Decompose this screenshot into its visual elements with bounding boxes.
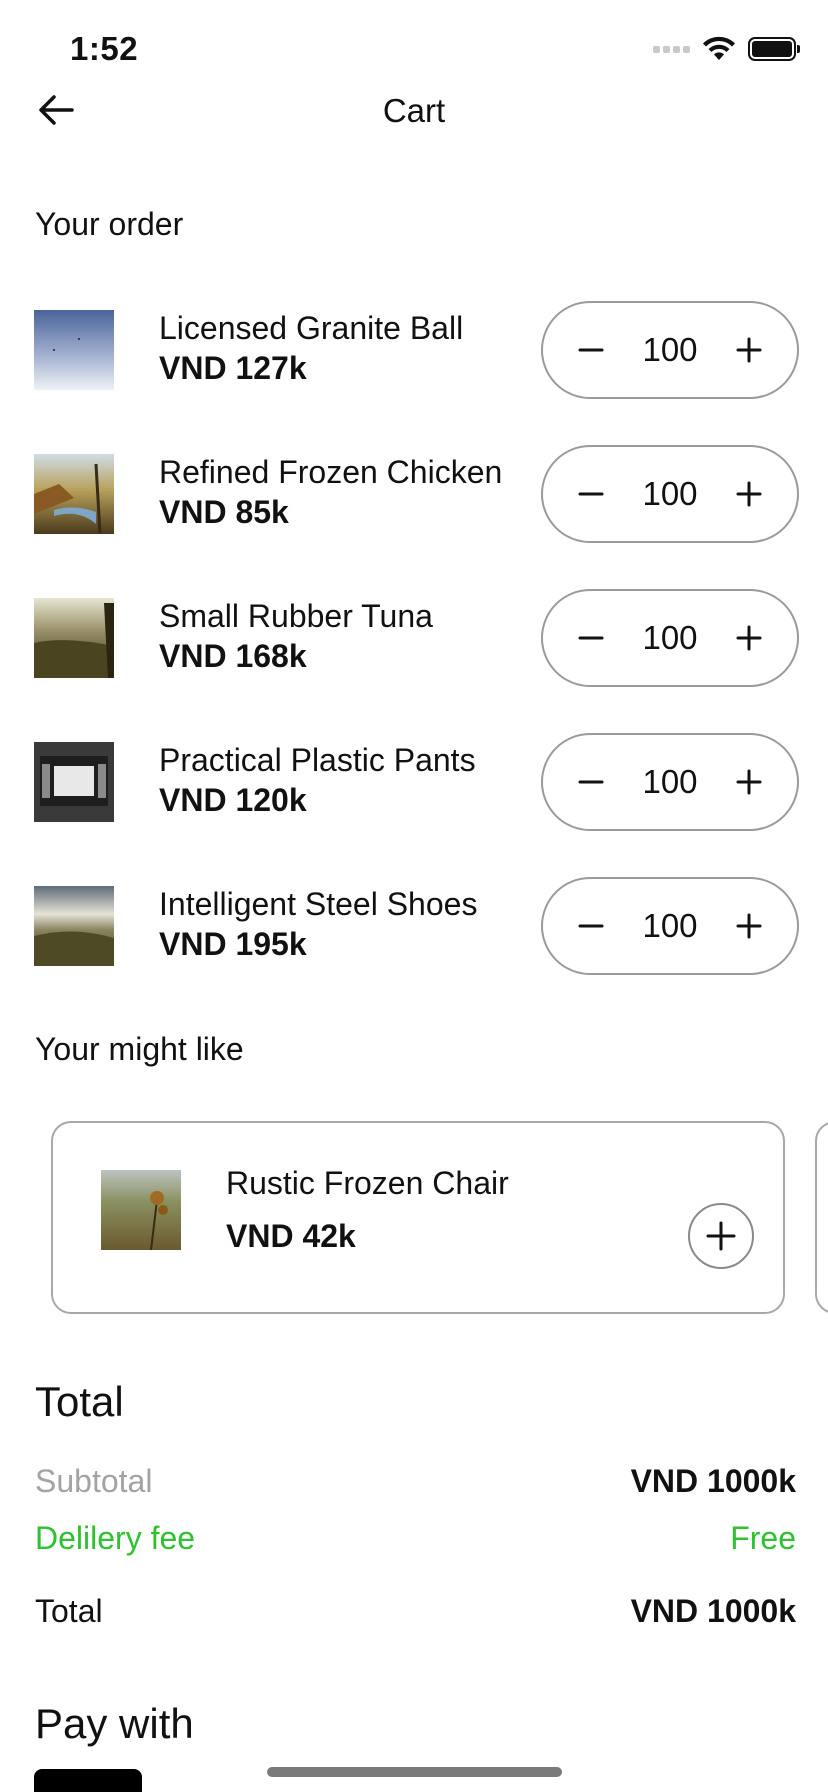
order-item: Small Rubber Tuna VND 168k 100 xyxy=(0,589,828,698)
add-to-cart-button[interactable] xyxy=(688,1203,754,1269)
decrease-quantity-button[interactable] xyxy=(569,472,613,516)
product-name: Rustic Frozen Chair xyxy=(226,1165,509,1201)
order-item: Intelligent Steel Shoes VND 195k 100 xyxy=(0,877,828,986)
quantity-stepper: 100 xyxy=(541,301,799,399)
increase-quantity-button[interactable] xyxy=(727,616,771,660)
delivery-fee-label: Delilery fee xyxy=(35,1520,196,1556)
plus-icon xyxy=(736,625,762,651)
quantity-stepper: 100 xyxy=(541,445,799,543)
product-name: Intelligent Steel Shoes xyxy=(159,886,478,922)
plus-icon xyxy=(736,481,762,507)
product-name: Licensed Granite Ball xyxy=(159,310,464,346)
product-image xyxy=(101,1170,181,1250)
quantity-value: 100 xyxy=(642,331,698,368)
increase-quantity-button[interactable] xyxy=(727,904,771,948)
cellular-signal-icon xyxy=(653,45,690,53)
suggestions-section-title: Your might like xyxy=(35,1031,244,1067)
product-image xyxy=(34,310,114,390)
product-price: VND 42k xyxy=(226,1218,356,1254)
quantity-value: 100 xyxy=(642,907,698,944)
increase-quantity-button[interactable] xyxy=(727,328,771,372)
decrease-quantity-button[interactable] xyxy=(569,328,613,372)
wifi-icon xyxy=(703,36,735,60)
cart-screen: 1:52 Cart Your order Licensed Granite Ba… xyxy=(0,0,828,1792)
product-price: VND 195k xyxy=(159,926,307,962)
minus-icon xyxy=(578,924,604,928)
product-price: VND 120k xyxy=(159,782,307,818)
product-price: VND 127k xyxy=(159,350,307,386)
delivery-fee-value: Free xyxy=(730,1520,796,1556)
suggestion-card-next[interactable] xyxy=(815,1121,828,1314)
increase-quantity-button[interactable] xyxy=(727,760,771,804)
product-image xyxy=(34,886,114,966)
product-image xyxy=(34,454,114,534)
total-label: Total xyxy=(35,1593,103,1629)
quantity-stepper: 100 xyxy=(541,877,799,975)
increase-quantity-button[interactable] xyxy=(727,472,771,516)
product-price: VND 168k xyxy=(159,638,307,674)
home-indicator[interactable] xyxy=(267,1767,562,1777)
order-item: Licensed Granite Ball VND 127k 100 xyxy=(0,301,828,410)
page-title: Cart xyxy=(382,92,446,129)
status-time: 1:52 xyxy=(70,30,139,67)
battery-icon xyxy=(748,37,800,61)
quantity-stepper: 100 xyxy=(541,589,799,687)
payment-method-button[interactable] xyxy=(34,1769,142,1792)
plus-icon xyxy=(736,913,762,939)
order-item: Refined Frozen Chicken VND 85k 100 xyxy=(0,445,828,554)
minus-icon xyxy=(578,348,604,352)
total-value: VND 1000k xyxy=(630,1593,796,1629)
total-section-title: Total xyxy=(35,1378,124,1425)
suggestion-card[interactable]: Rustic Frozen Chair VND 42k xyxy=(51,1121,785,1314)
product-name: Small Rubber Tuna xyxy=(159,598,433,634)
order-section-title: Your order xyxy=(35,206,184,242)
subtotal-label: Subtotal xyxy=(35,1463,153,1499)
product-name: Practical Plastic Pants xyxy=(159,742,476,778)
minus-icon xyxy=(578,780,604,784)
plus-icon xyxy=(736,769,762,795)
subtotal-value: VND 1000k xyxy=(630,1463,796,1499)
quantity-value: 100 xyxy=(642,763,698,800)
status-icons xyxy=(653,36,800,62)
product-price: VND 85k xyxy=(159,494,289,530)
quantity-value: 100 xyxy=(642,619,698,656)
quantity-value: 100 xyxy=(642,475,698,512)
decrease-quantity-button[interactable] xyxy=(569,904,613,948)
minus-icon xyxy=(578,492,604,496)
plus-icon xyxy=(706,1221,736,1251)
order-item: Practical Plastic Pants VND 120k 100 xyxy=(0,733,828,842)
product-image xyxy=(34,598,114,678)
plus-icon xyxy=(736,337,762,363)
minus-icon xyxy=(578,636,604,640)
quantity-stepper: 100 xyxy=(541,733,799,831)
pay-with-title: Pay with xyxy=(35,1700,194,1747)
decrease-quantity-button[interactable] xyxy=(569,760,613,804)
product-image xyxy=(34,742,114,822)
decrease-quantity-button[interactable] xyxy=(569,616,613,660)
product-name: Refined Frozen Chicken xyxy=(159,454,503,490)
